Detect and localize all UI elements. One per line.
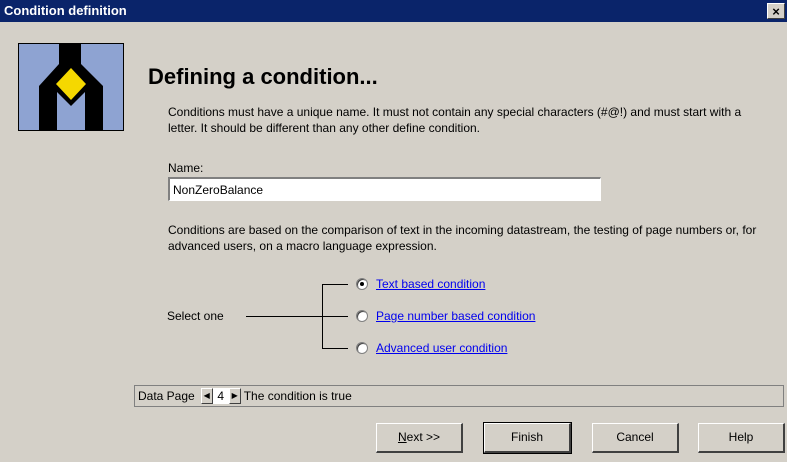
close-icon: × [772,4,780,19]
finish-button[interactable]: Finish [483,422,572,454]
data-page-label: Data Page [138,389,195,403]
name-label: Name: [168,161,204,175]
connector-line-horizontal [246,316,322,317]
conditions-description: Conditions are based on the comparison o… [168,223,757,253]
status-bar: Data Page ◀ 4 ▶ The condition is true [134,385,784,407]
connector-line-top [322,284,348,285]
option-advanced-user[interactable]: Advanced user condition [356,340,507,356]
next-mnemonic: N [397,430,407,444]
page-heading: Defining a condition... [148,64,378,89]
name-input[interactable] [168,177,601,201]
title-bar: Condition definition × [0,0,787,22]
connector-line-bottom [322,348,348,349]
option-label[interactable]: Advanced user condition [376,341,507,355]
radio-advanced-user[interactable] [356,342,368,354]
window-title: Condition definition [4,3,127,18]
option-page-number-based[interactable]: Page number based condition [356,308,535,324]
page-number: 4 [212,388,229,404]
radio-text-based[interactable] [356,278,368,290]
prev-page-button[interactable]: ◀ [200,388,213,404]
help-button[interactable]: Help [698,423,785,453]
cancel-button[interactable]: Cancel [592,423,679,453]
option-label[interactable]: Page number based condition [376,309,535,323]
naming-rules-text: Conditions must have a unique name. It m… [168,105,742,135]
next-button[interactable]: Next >> [376,423,463,453]
next-label: ext >> [406,430,441,444]
option-label[interactable]: Text based condition [376,277,485,291]
select-one-label: Select one [167,309,224,323]
connector-line-middle [322,316,348,317]
wizard-logo-icon [18,43,124,131]
prev-page-icon: ◀ [203,391,210,400]
radio-page-number-based[interactable] [356,310,368,322]
next-page-button[interactable]: ▶ [228,388,241,404]
next-page-icon: ▶ [231,391,238,400]
close-button[interactable]: × [767,3,785,19]
condition-status-text: The condition is true [243,389,352,403]
option-text-based[interactable]: Text based condition [356,276,485,292]
